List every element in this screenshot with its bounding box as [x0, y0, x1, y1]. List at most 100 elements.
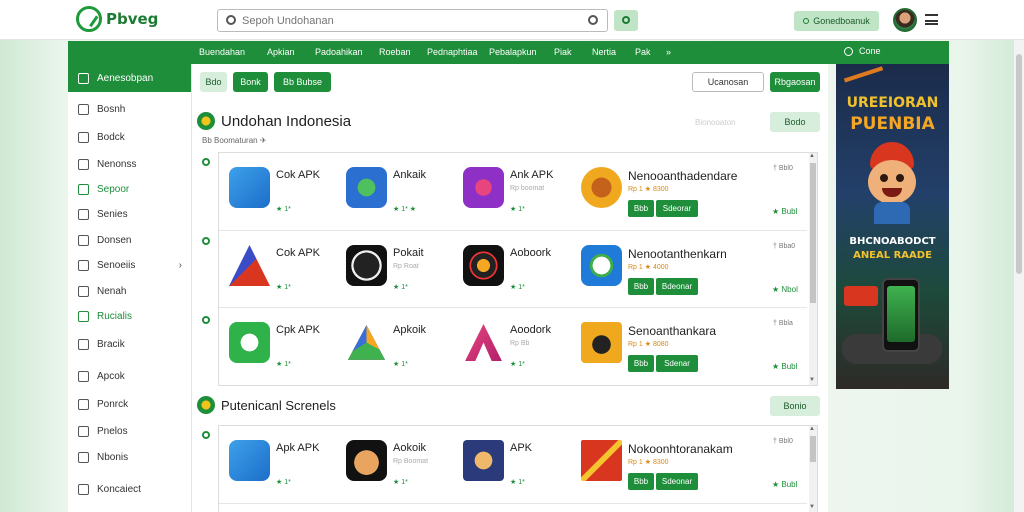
scrollbar-thumb[interactable]	[810, 163, 816, 303]
app-button-group: Bbb Bdeonar	[628, 278, 698, 295]
user-avatar[interactable]	[893, 8, 917, 32]
app-name: Aoboork	[510, 247, 551, 259]
sidebar-item-8[interactable]: Nenah	[78, 286, 188, 297]
featured-app-card[interactable]: Nenooanthadendare Rp 1 ★ 8300 Bbb Sdeora…	[581, 167, 761, 227]
sidebar-item-5[interactable]: Senies	[78, 209, 188, 220]
logo-icon	[76, 6, 102, 32]
app-download-button[interactable]: Sdenar	[656, 355, 698, 372]
page-scrollbar-thumb[interactable]	[1016, 54, 1022, 274]
top-action-button[interactable]: Gonedboanuk	[794, 11, 879, 31]
sidebar-item-1[interactable]: Bosnh	[78, 104, 188, 115]
scroll-down-icon[interactable]: ▼	[809, 377, 815, 383]
nav-item-4[interactable]: Roeban	[379, 47, 411, 57]
search-submit-icon[interactable]	[588, 15, 598, 25]
app-download-button[interactable]: Bdeonar	[656, 278, 698, 295]
app-name: Apk APK	[276, 442, 320, 454]
apk-a-icon	[229, 245, 270, 286]
sidebar-item-2[interactable]: Bodck	[78, 132, 188, 143]
site-logo[interactable]: Pbveg	[76, 6, 158, 32]
ad-banner[interactable]: UREEIORAN PUENBIA BHCNOABODCT ANEAL RAAD…	[836, 64, 949, 389]
sidebar-item-12[interactable]: Ponrck	[78, 399, 188, 410]
app-buy-button[interactable]: Bbb	[628, 473, 654, 490]
grid-scrollbar[interactable]: ▲ ▼	[809, 426, 817, 512]
sidebar-item-15[interactable]: Koncaiect	[78, 484, 188, 495]
a-logo-icon	[465, 324, 502, 361]
app-card[interactable]: Aokoik Rp Boomat ★ 1*	[346, 440, 456, 500]
app-price: Rp 1 ★ 4000	[628, 264, 669, 271]
featured-app-card[interactable]: Senoanthankara Rp 1 ★ 8080 Bbb Sdenar	[581, 322, 761, 382]
filter-action-button[interactable]: Rbgaosan	[770, 72, 820, 92]
app-price: Rp 1 ★ 8300	[628, 459, 669, 466]
app-card[interactable]: Pokait Rp Roat ★ 1*	[346, 245, 456, 305]
sidebar-item-11[interactable]: Apcok	[78, 371, 188, 382]
filter-chip-2[interactable]: Bonk	[233, 72, 268, 92]
scroll-down-icon[interactable]: ▼	[809, 504, 815, 510]
app-card[interactable]: Aoboork ★ 1*	[463, 245, 573, 305]
apps-icon	[78, 72, 89, 84]
sidebar-item-10[interactable]: Bracik	[78, 339, 188, 350]
sidebar-item-14[interactable]: Nbonis	[78, 452, 188, 463]
nav-item-9[interactable]: Pak	[635, 47, 651, 57]
search-button[interactable]	[614, 10, 638, 31]
app-download-button[interactable]: Sdeonar	[656, 473, 698, 490]
filter-chip-1[interactable]: Bdo	[200, 72, 227, 92]
filter-chip-3[interactable]: Bb Bubse	[274, 72, 331, 92]
search-input[interactable]	[242, 13, 582, 28]
app-buy-button[interactable]: Bbb	[628, 278, 654, 295]
app-rating: ★ 1*	[510, 479, 525, 486]
section-2-button[interactable]: Bonio	[770, 396, 820, 416]
app-card[interactable]: APK ★ 1*	[463, 440, 573, 500]
app-name: Cok APK	[276, 169, 321, 181]
scrollbar-thumb[interactable]	[810, 436, 816, 462]
section-title-2: Putenicanl Screnels	[197, 396, 336, 414]
row-marker-icon	[202, 158, 210, 166]
scroll-up-icon[interactable]: ▲	[809, 153, 815, 159]
app-card[interactable]: Cpk APK ★ 1*	[229, 322, 339, 382]
sidebar-item-3[interactable]: Nenonss	[78, 159, 188, 170]
row-marker-icon	[202, 237, 210, 245]
game-face-icon	[581, 167, 622, 208]
nav-item-1[interactable]: Buendahan	[199, 47, 245, 57]
row-rating: ★ Bubl	[772, 207, 798, 216]
nav-item-8[interactable]: Nertia	[592, 47, 616, 57]
app-buy-button[interactable]: Bbb	[628, 355, 654, 372]
app-card[interactable]: Cok APK ★ 1*	[229, 245, 339, 305]
music-app-icon	[463, 167, 504, 208]
scroll-up-icon[interactable]: ▲	[809, 426, 815, 432]
sidebar-item-label: Bodck	[97, 132, 125, 143]
nav-search[interactable]: Cone	[844, 46, 881, 56]
app-card[interactable]: Cok APK ★ 1*	[229, 167, 339, 227]
app-card[interactable]: Apkoik ★ 1*	[346, 322, 456, 382]
sort-dropdown[interactable]: Ucanosan	[692, 72, 764, 92]
nav-item-2[interactable]: Apkian	[267, 47, 295, 57]
search-bar[interactable]	[217, 9, 608, 32]
nav-item-5[interactable]: Pednaphtiaa	[427, 47, 478, 57]
featured-app-card[interactable]: Nokoonhtoranakam Rp 1 ★ 8300 Bbb Sdeonar	[581, 440, 761, 500]
nav-item-6[interactable]: Pebalapkun	[489, 47, 537, 57]
page-scrollbar[interactable]	[1014, 40, 1024, 512]
grid-scrollbar[interactable]: ▲ ▼	[809, 153, 817, 385]
app-buy-button[interactable]: Bbb	[628, 200, 654, 217]
app-card[interactable]: Ank APK Rp boomat ★ 1*	[463, 167, 573, 227]
nav-item-3[interactable]: Padoahikan	[315, 47, 363, 57]
sidebar-item-7[interactable]: Senoeiis ›	[78, 260, 188, 271]
app-rating: ★ 1* ★	[393, 206, 417, 213]
sidebar-item-6[interactable]: Donsen	[78, 235, 188, 246]
sidebar-item-9[interactable]: Rucialis	[78, 311, 188, 322]
sidebar-item-13[interactable]: Pnelos	[78, 426, 188, 437]
app-name: Senoanthankara	[628, 324, 717, 338]
app-card[interactable]: Apk APK ★ 1*	[229, 440, 339, 500]
sidebar-header[interactable]: Aenesobpan	[68, 64, 191, 92]
logo-text: Pbveg	[106, 10, 159, 28]
menu-icon[interactable]	[925, 14, 938, 25]
nav-more[interactable]: »	[666, 47, 671, 57]
featured-app-card[interactable]: Nenootanthenkarn Rp 1 ★ 4000 Bbb Bdeonar	[581, 245, 761, 305]
app-download-button[interactable]: Sdeorar	[656, 200, 698, 217]
app-card[interactable]: Ankaik ★ 1* ★	[346, 167, 456, 227]
sidebar-item-4[interactable]: Sepoor	[78, 184, 188, 195]
nav-item-7[interactable]: Piak	[554, 47, 572, 57]
category-nav: Buendahan Apkian Padoahikan Roeban Pedna…	[68, 41, 949, 64]
row-marker-icon	[202, 316, 210, 324]
app-card[interactable]: Aoodork Rp Bb ★ 1*	[463, 322, 573, 382]
section-1-button[interactable]: Bodo	[770, 112, 820, 132]
